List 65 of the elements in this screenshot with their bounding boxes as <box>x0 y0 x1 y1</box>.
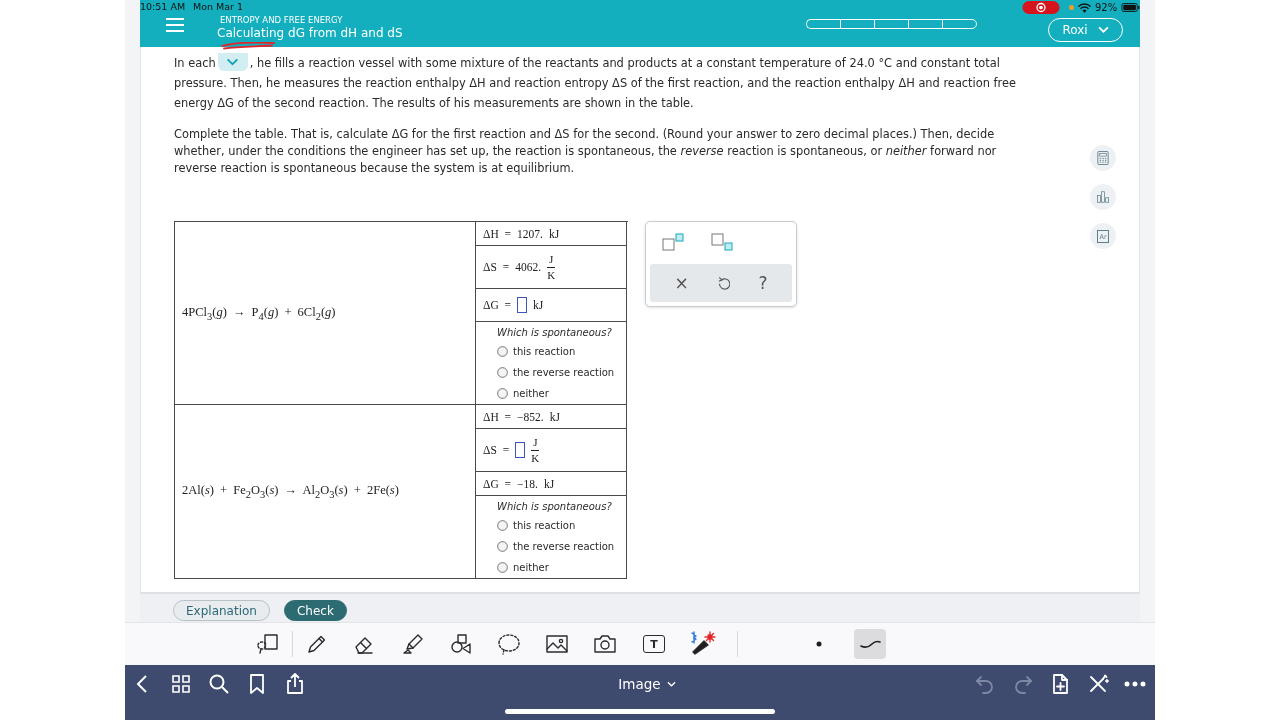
quantity-label: ΔS = <box>483 261 510 273</box>
topic-title: Calculating dG from dH and dS <box>217 25 403 41</box>
status-date: Mon Mar 1 <box>193 1 244 13</box>
expand-button[interactable] <box>217 53 248 71</box>
menu-icon[interactable] <box>166 17 184 32</box>
radio-option[interactable]: neither <box>497 557 549 578</box>
wifi-icon <box>1078 2 1091 13</box>
data-tool-button[interactable] <box>1090 184 1116 210</box>
battery-icon <box>1121 3 1141 12</box>
battery-percent: 92% <box>1095 1 1118 14</box>
quantity-label: ΔH = <box>483 227 512 240</box>
radio-option[interactable]: the reverse reaction <box>497 536 615 557</box>
quantity-label: ΔG = <box>483 477 512 490</box>
chevron-down-icon <box>1097 26 1109 33</box>
explanation-button[interactable]: Explanation <box>173 600 270 621</box>
topic-category: ENTROPY AND FREE ENERGY <box>220 14 344 25</box>
radio-option[interactable]: this reaction <box>497 341 576 362</box>
radio-option[interactable]: this reaction <box>497 515 576 536</box>
ink-scribble <box>220 42 276 50</box>
unit-fraction: J K <box>547 252 556 282</box>
radio-icon[interactable] <box>497 541 508 552</box>
quantity-label: ΔG = <box>483 299 512 311</box>
question-text: Which is spontaneous? <box>497 500 612 514</box>
status-time: 10:51 AM <box>140 1 186 13</box>
radio-icon[interactable] <box>497 346 508 357</box>
unit-text: kJ <box>543 477 555 490</box>
radio-option[interactable]: neither <box>497 383 549 404</box>
check-button[interactable]: Check <box>283 600 347 621</box>
quantity-value: −18. <box>517 477 538 490</box>
stroke-style-icon[interactable] <box>854 629 886 659</box>
calculator-button[interactable] <box>1090 145 1116 171</box>
quantity-label: ΔH = <box>483 410 512 423</box>
answer-box[interactable] <box>515 442 526 458</box>
radio-icon[interactable] <box>497 367 508 378</box>
caret-icon <box>666 681 676 687</box>
radio-icon[interactable] <box>497 520 508 531</box>
unit-fraction: J K <box>531 435 540 465</box>
radio-icon[interactable] <box>497 388 508 399</box>
quantity-value: 1207. <box>517 227 543 240</box>
unit-text: kJ <box>548 227 560 240</box>
dot-size-icon[interactable] <box>816 641 822 647</box>
question-text: Which is spontaneous? <box>497 326 612 340</box>
quantity-value: −852. <box>517 410 544 423</box>
text-tool-button[interactable]: T <box>643 635 665 653</box>
clear-button[interactable]: × <box>670 272 693 294</box>
quantity-value: 4062. <box>515 261 542 273</box>
search-icon[interactable] <box>207 672 231 696</box>
document-title-menu[interactable]: Image <box>604 676 676 692</box>
unit-text: kJ <box>549 410 560 423</box>
calculator-icon <box>1097 151 1109 165</box>
status-dot-icon <box>1069 5 1074 10</box>
instructions-paragraph: Complete the table. That is, calculate ΔG for the first reaction and ΔS for the second. (Round your answer to zero decimal places.) Then, decide whether, under the conditions the engineer has set up, the reaction is spontaneous, the reverse reaction is spontaneous, or neither forward nor reverse reaction is spontaneous because the system is at equilibrium. <box>174 126 998 177</box>
unit-text: kJ <box>533 299 544 311</box>
equation-cell: 2Al(s) + Fe$_{2}$O$_{3}$(s) → Al$_{2}$O$_{3}$(s) + 2Fe(s) <box>175 405 476 579</box>
grid-icon[interactable] <box>169 672 193 696</box>
radio-option[interactable]: the reverse reaction <box>497 362 615 383</box>
quantity-label: ΔS = <box>483 444 510 456</box>
problem-paragraph: In each , he fills a reaction vessel with some mixture of the reactants and products at a constant temperature of 24.0 °C and constant total pressure. Then, he measures the reaction enthalpy ΔH and reaction entropy ΔS of the first reaction, and the reaction enthalpy ΔH and reaction free energy ΔG of the second reaction. The results of his measurements are shown in the table. <box>174 53 1040 113</box>
answer-box[interactable] <box>517 297 528 313</box>
help-button[interactable]: ? <box>754 272 772 294</box>
undo-icon[interactable] <box>717 276 730 290</box>
radio-icon[interactable] <box>497 562 508 573</box>
chevron-down-icon <box>226 58 240 66</box>
equation-cell: 4PCl$_{3}$(g) → P$_{4}$(g) + 6Cl$_{2}$(g) <box>175 222 476 405</box>
bar-chart-icon <box>1097 190 1109 204</box>
